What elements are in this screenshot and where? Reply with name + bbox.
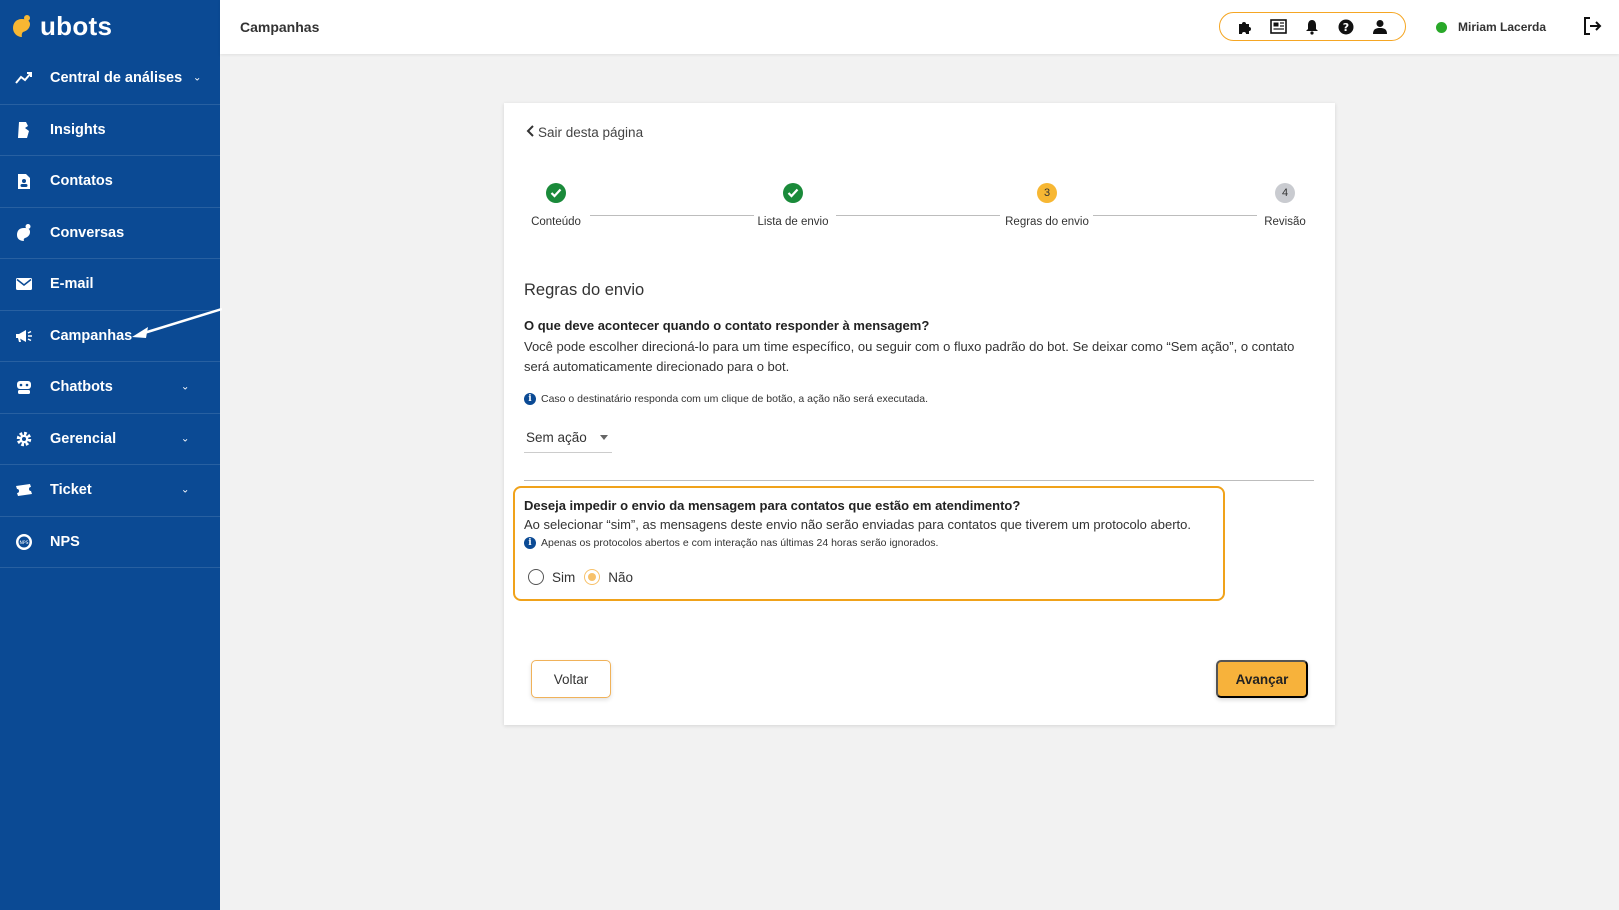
step-1-complete-check-icon (546, 183, 566, 203)
open-protocol-info-note: i Apenas os protocolos abertos e com int… (524, 537, 938, 549)
info-note-text: Caso o destinatário responda com um cliq… (541, 393, 928, 405)
step-4-label: Revisão (1264, 216, 1306, 228)
info-note-text: Apenas os protocolos abertos e com inter… (541, 537, 939, 549)
block-in-service-question: Deseja impedir o envio da mensagem para … (524, 498, 1021, 513)
sidebar-item-ticket[interactable]: Ticket ⌄ (0, 465, 220, 517)
help-icon[interactable]: ? (1335, 16, 1357, 38)
sidebar-item-insights[interactable]: Insights (0, 105, 220, 156)
ubots-logo-icon (13, 14, 30, 37)
sidebar-item-label: Campanhas (50, 327, 133, 344)
back-button[interactable]: Voltar (531, 660, 611, 698)
step-3-number: 3 (1037, 183, 1057, 203)
robot-icon (14, 377, 34, 397)
step-1-label: Conteúdo (531, 216, 581, 228)
sidebar: ubots Central de análises ⌄ Insights Con… (0, 0, 220, 910)
response-action-description: Você pode escolher direcioná-lo para um … (524, 339, 1295, 374)
top-bar: Campanhas ? Miriam Lacerda (220, 0, 1619, 54)
page-title: Campanhas (240, 19, 320, 35)
caret-down-icon (600, 435, 608, 440)
radio-nao[interactable] (584, 569, 601, 585)
radio-sim-label[interactable]: Sim (552, 570, 575, 585)
analytics-icon (14, 68, 34, 88)
exit-page-link[interactable]: Sair desta página (526, 125, 643, 140)
radio-nao-label[interactable]: Não (608, 570, 633, 585)
sidebar-item-label: Insights (50, 121, 106, 138)
bell-icon[interactable] (1301, 16, 1323, 38)
insights-icon (14, 120, 34, 140)
svg-text:NPS: NPS (20, 540, 29, 546)
sidebar-item-label: NPS (50, 533, 80, 550)
sidebar-item-chatbots[interactable]: Chatbots ⌄ (0, 362, 220, 414)
user-icon[interactable] (1369, 16, 1391, 38)
sidebar-item-label: Contatos (50, 173, 113, 190)
conversations-icon (14, 223, 34, 243)
response-action-question: O que deve acontecer quando o contato re… (524, 318, 930, 333)
user-name[interactable]: Miriam Lacerda (1458, 20, 1546, 34)
next-button[interactable]: Avançar (1216, 660, 1308, 698)
sidebar-item-label: E-mail (50, 276, 94, 293)
radio-sim[interactable] (528, 569, 544, 585)
sidebar-item-campanhas[interactable]: Campanhas (0, 311, 220, 362)
logout-icon[interactable] (1582, 16, 1604, 38)
puzzle-icon[interactable] (1234, 16, 1256, 38)
ticket-icon (14, 480, 34, 500)
chevron-down-icon: ⌄ (193, 72, 202, 84)
response-action-select[interactable]: Sem ação (524, 423, 612, 453)
divider (524, 480, 1314, 481)
step-connector (836, 215, 1000, 216)
sidebar-item-email[interactable]: E-mail (0, 259, 220, 311)
step-connector (590, 215, 754, 216)
step-3-label: Regras do envio (1005, 216, 1089, 228)
chevron-down-icon: ⌄ (181, 433, 190, 445)
nps-icon: NPS (14, 532, 34, 552)
toolbar-icons: ? (1219, 12, 1406, 41)
contacts-icon (14, 171, 34, 191)
gear-icon (14, 429, 34, 449)
megaphone-icon (14, 326, 34, 346)
chevron-down-icon: ⌄ (181, 484, 190, 496)
chevron-left-icon (526, 125, 534, 140)
sidebar-item-contatos[interactable]: Contatos (0, 156, 220, 208)
wizard-stepper: Conteúdo Lista de envio 3 Regras do envi… (504, 183, 1335, 243)
block-in-service-description: Ao selecionar “sim”, as mensagens deste … (524, 517, 1191, 532)
sidebar-item-label: Gerencial (50, 430, 117, 447)
step-4-number: 4 (1275, 183, 1295, 203)
email-icon (14, 274, 34, 294)
news-icon[interactable] (1268, 16, 1290, 38)
step-2-complete-check-icon (783, 183, 803, 203)
sidebar-item-label: Chatbots (50, 379, 113, 396)
sidebar-item-conversas[interactable]: Conversas (0, 208, 220, 259)
sidebar-item-label: Ticket (50, 482, 92, 499)
logo-text: ubots (40, 11, 113, 41)
info-icon: i (524, 393, 536, 405)
section-title: Regras do envio (524, 281, 645, 299)
sidebar-item-central-de-analises[interactable]: Central de análises ⌄ (0, 53, 220, 105)
sidebar-item-label: Conversas (50, 224, 125, 241)
sidebar-item-nps[interactable]: NPS NPS (0, 517, 220, 568)
step-connector (1093, 215, 1257, 216)
chevron-down-icon: ⌄ (181, 381, 190, 393)
sidebar-item-gerencial[interactable]: Gerencial ⌄ (0, 414, 220, 465)
exit-page-label: Sair desta página (538, 125, 644, 140)
block-in-service-radio-group: Sim Não (528, 569, 642, 585)
step-2-label: Lista de envio (757, 216, 829, 228)
select-value: Sem ação (526, 430, 587, 445)
button-click-info-note: i Caso o destinatário responda com um cl… (524, 393, 928, 405)
campaign-wizard-card: Sair desta página Conteúdo Lista de envi… (504, 103, 1335, 725)
sidebar-item-label: Central de análises (50, 70, 183, 87)
info-icon: i (524, 537, 536, 549)
logo[interactable]: ubots (0, 0, 220, 53)
svg-text:?: ? (1343, 21, 1349, 34)
online-status-indicator (1436, 22, 1447, 33)
